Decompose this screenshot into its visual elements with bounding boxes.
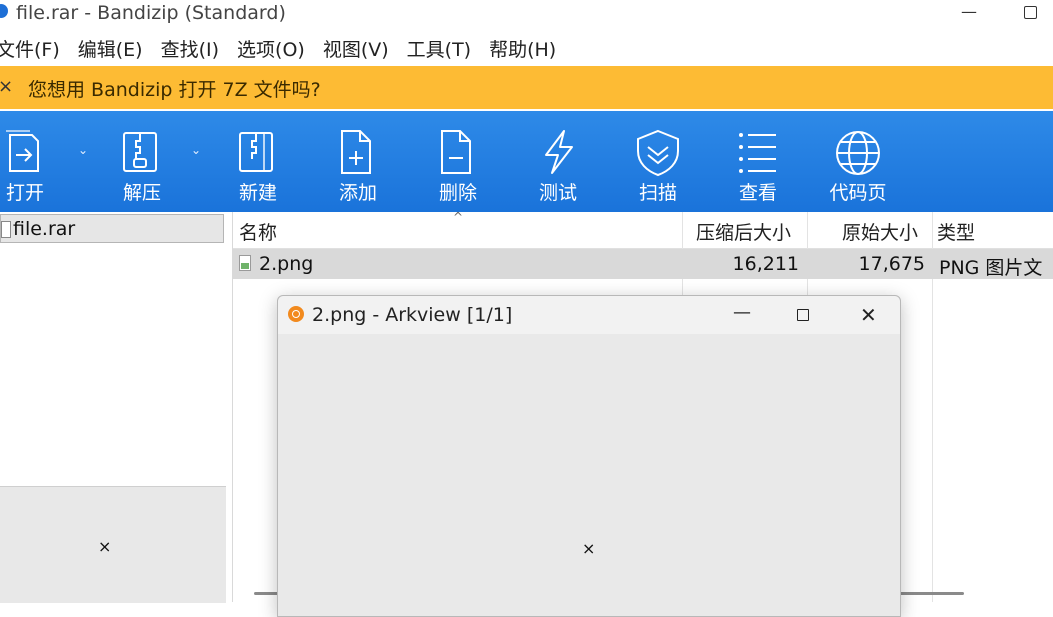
delete-file-icon [441,130,471,174]
toolbar: 打开 ⌄ 解压 ⌄ 新建 添加 删除 测试 扫描 查看 代码页 [0,111,1053,212]
extract-icon [123,132,157,172]
arkview-maximize-button[interactable] [797,309,809,321]
toolbar-view-button[interactable]: 查看 [730,111,786,212]
column-header-name[interactable]: 名称 [239,218,277,245]
view-list-icon [739,133,776,173]
toolbar-add-button[interactable]: 添加 [330,111,386,212]
add-file-icon [341,130,371,174]
cell-name: 2.png [259,253,314,275]
extract-dropdown-icon[interactable]: ⌄ [191,143,201,157]
arkview-close-button[interactable]: ✕ [860,303,877,327]
column-header-packed-size[interactable]: 压缩后大小 [696,218,791,245]
column-header-original-size[interactable]: 原始大小 [842,218,918,245]
toolbar-delete-label: 删除 [438,182,477,204]
codepage-globe-icon [836,131,880,175]
folder-tree-pane: file.rar × [0,212,233,603]
close-icon[interactable]: × [98,537,111,556]
toolbar-open-label: 打开 [6,182,45,204]
toolbar-scan-label: 扫描 [638,182,677,204]
cell-packed-size: 16,211 [732,253,799,275]
column-header-type[interactable]: 类型 [937,218,975,245]
toolbar-test-button[interactable]: 测试 [530,111,586,212]
notification-bar: × 您想用 Bandizip 打开 7Z 文件吗? [0,66,1053,109]
sort-ascending-icon: ^ [453,210,464,224]
window-title: file.rar - Bandizip (Standard) [16,2,286,24]
archive-file-icon [1,221,11,238]
toolbar-view-label: 查看 [738,182,777,204]
toolbar-delete-button[interactable]: 删除 [430,111,486,212]
toolbar-new-button[interactable]: 新建 [230,111,286,212]
menu-tools[interactable]: 工具(T) [407,30,471,62]
arkview-minimize-button[interactable]: — [733,302,751,323]
toolbar-scan-button[interactable]: 扫描 [630,111,686,212]
tree-item-label: file.rar [13,218,76,240]
toolbar-codepage-button[interactable]: 代码页 [822,111,894,212]
table-row[interactable]: 2.png 16,211 17,675 PNG 图片文 [233,249,1053,279]
arkview-window: 2.png - Arkview [1/1] — ✕ × [277,295,901,617]
toolbar-new-label: 新建 [238,182,277,204]
bandizip-app-icon [0,4,8,18]
left-preview-pane: × [0,486,226,603]
new-archive-icon [239,132,273,172]
toolbar-codepage-label: 代码页 [829,182,887,204]
maximize-button[interactable] [1024,6,1037,19]
list-header: ^ 名称 压缩后大小 原始大小 类型 [233,210,1053,249]
close-notification-icon[interactable]: × [0,76,13,97]
close-icon[interactable]: × [582,539,595,558]
menu-find[interactable]: 查找(I) [161,30,219,62]
png-file-icon [239,255,251,271]
cell-type: PNG 图片文 [939,257,1043,279]
menu-file[interactable]: 文件(F) [0,30,60,62]
menu-options[interactable]: 选项(O) [237,30,305,62]
toolbar-test-label: 测试 [538,182,577,204]
arkview-title-bar: 2.png - Arkview [1/1] — ✕ [278,296,900,334]
test-icon [545,130,573,174]
cell-original-size: 17,675 [858,253,925,275]
menu-view[interactable]: 视图(V) [323,30,389,62]
toolbar-extract-button[interactable]: 解压 [112,111,172,212]
menu-edit[interactable]: 编辑(E) [78,30,143,62]
arkview-app-icon [288,306,304,322]
open-dropdown-icon[interactable]: ⌄ [78,143,88,157]
open-icon [6,130,39,172]
minimize-button[interactable]: — [958,2,980,24]
toolbar-extract-label: 解压 [122,182,161,204]
menu-bar: 文件(F) 编辑(E) 查找(I) 选项(O) 视图(V) 工具(T) 帮助(H… [0,30,1053,62]
scan-shield-icon [637,129,679,177]
title-bar: file.rar - Bandizip (Standard) — [0,0,1053,30]
tree-item-archive[interactable]: file.rar [0,214,224,243]
notification-text[interactable]: 您想用 Bandizip 打开 7Z 文件吗? [28,75,321,102]
toolbar-open-button[interactable]: 打开 [0,111,56,212]
menu-help[interactable]: 帮助(H) [489,30,556,62]
arkview-title: 2.png - Arkview [1/1] [312,304,513,326]
toolbar-add-label: 添加 [338,182,377,204]
